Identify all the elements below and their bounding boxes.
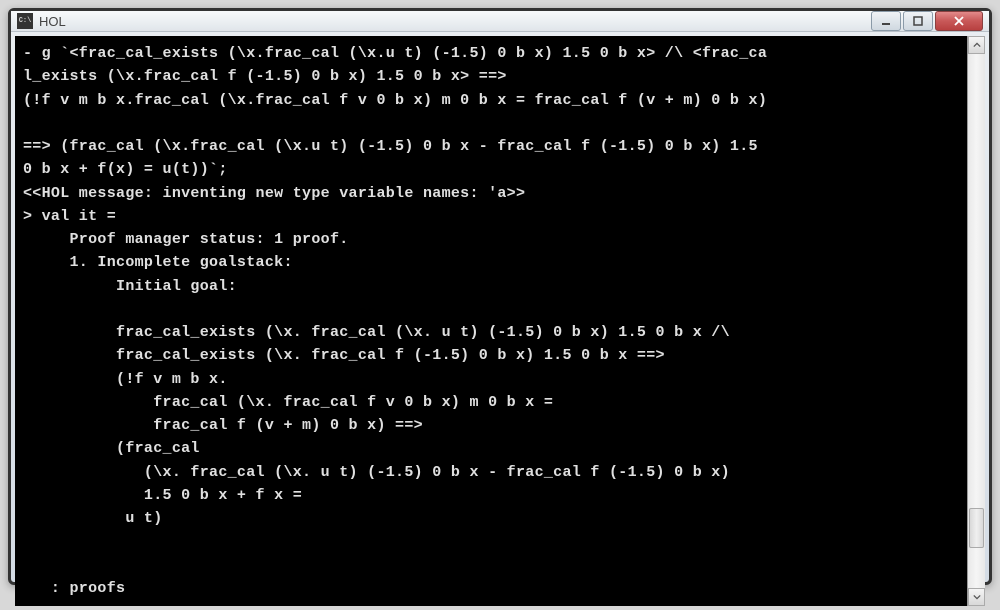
chevron-up-icon: [973, 41, 981, 49]
maximize-button[interactable]: [903, 11, 933, 31]
vertical-scrollbar[interactable]: [967, 36, 985, 606]
titlebar-buttons: [871, 11, 983, 31]
app-icon-text: C:\: [19, 17, 32, 25]
minimize-icon: [881, 16, 891, 26]
scroll-thumb[interactable]: [969, 508, 984, 548]
window-frame: C:\ HOL - g `<frac_cal_exists (\x.frac_c…: [8, 8, 992, 585]
app-icon: C:\: [17, 13, 33, 29]
terminal-container: - g `<frac_cal_exists (\x.frac_cal (\x.u…: [11, 32, 989, 610]
minimize-button[interactable]: [871, 11, 901, 31]
scroll-up-button[interactable]: [968, 36, 985, 54]
maximize-icon: [913, 16, 923, 26]
close-button[interactable]: [935, 11, 983, 31]
window-title: HOL: [39, 14, 871, 29]
scroll-down-button[interactable]: [968, 588, 985, 606]
terminal-output[interactable]: - g `<frac_cal_exists (\x.frac_cal (\x.u…: [15, 36, 967, 606]
chevron-down-icon: [973, 593, 981, 601]
scroll-track[interactable]: [968, 54, 985, 588]
close-icon: [954, 16, 964, 26]
titlebar[interactable]: C:\ HOL: [11, 11, 989, 32]
